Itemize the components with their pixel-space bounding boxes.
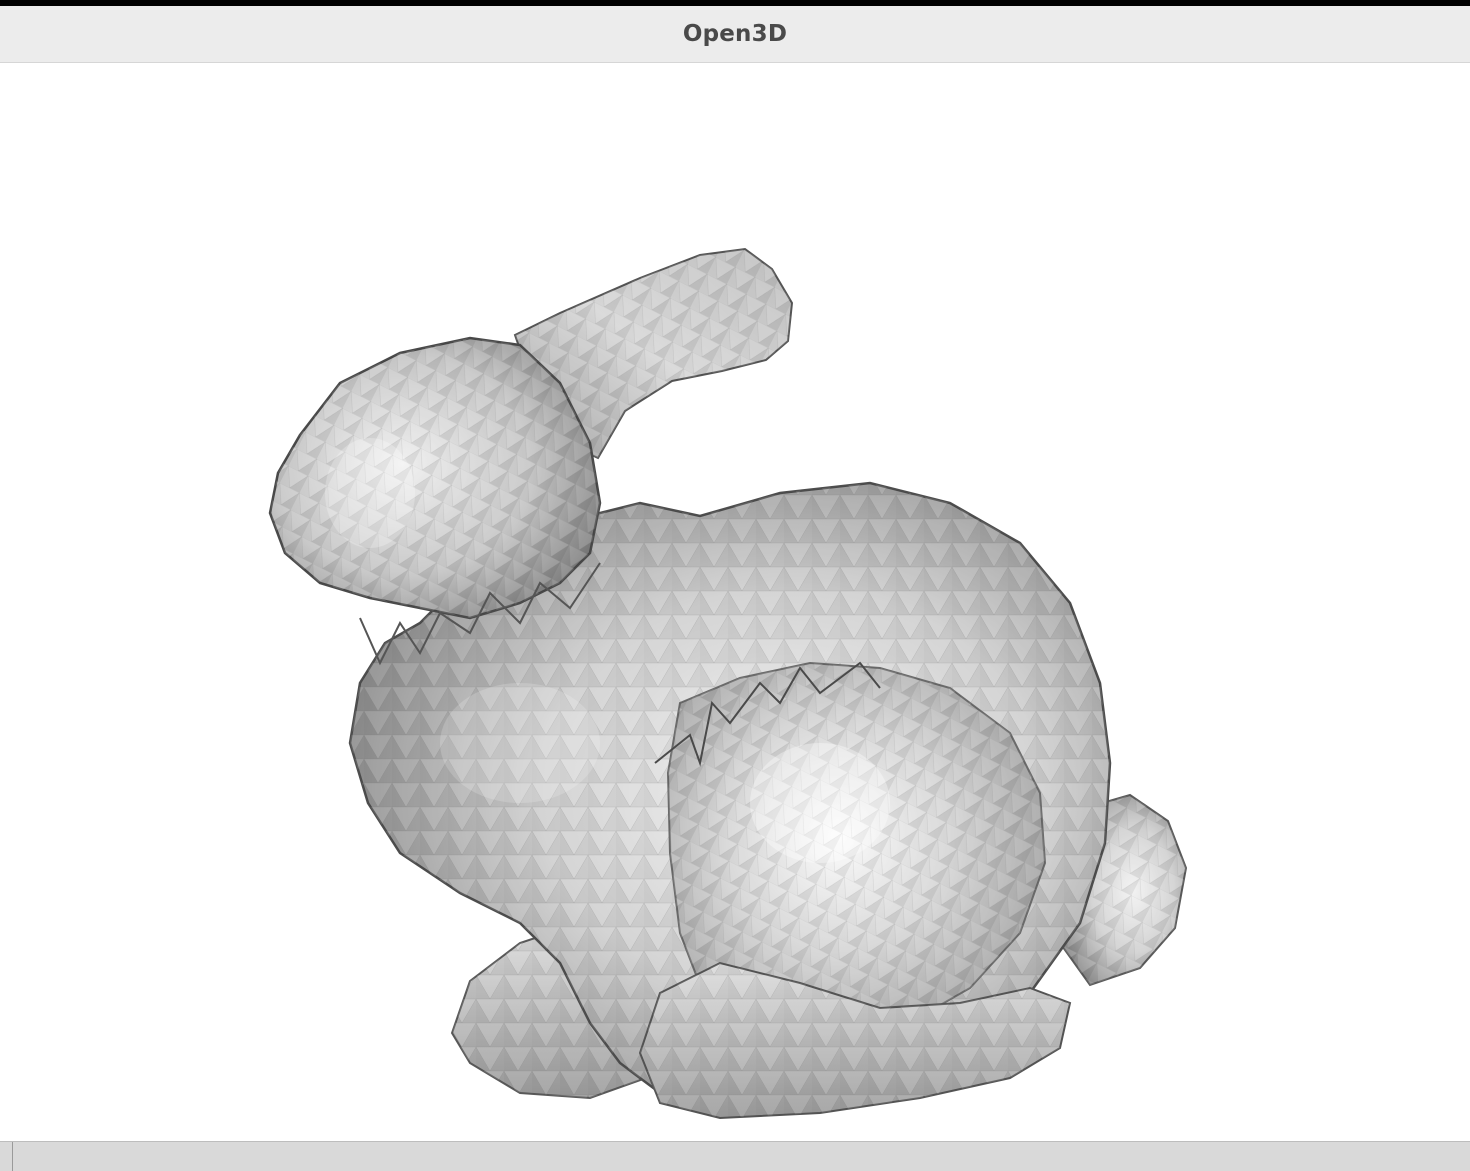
window-title: Open3D (682, 21, 788, 47)
window-bottom-strip (0, 1141, 1470, 1171)
strip-edge-line (12, 1142, 13, 1171)
3d-viewport[interactable] (0, 63, 1470, 1141)
viewport-canvas[interactable] (0, 63, 1470, 1141)
window-titlebar[interactable]: Open3D (0, 6, 1470, 63)
bunny-mesh[interactable] (268, 247, 1188, 1120)
